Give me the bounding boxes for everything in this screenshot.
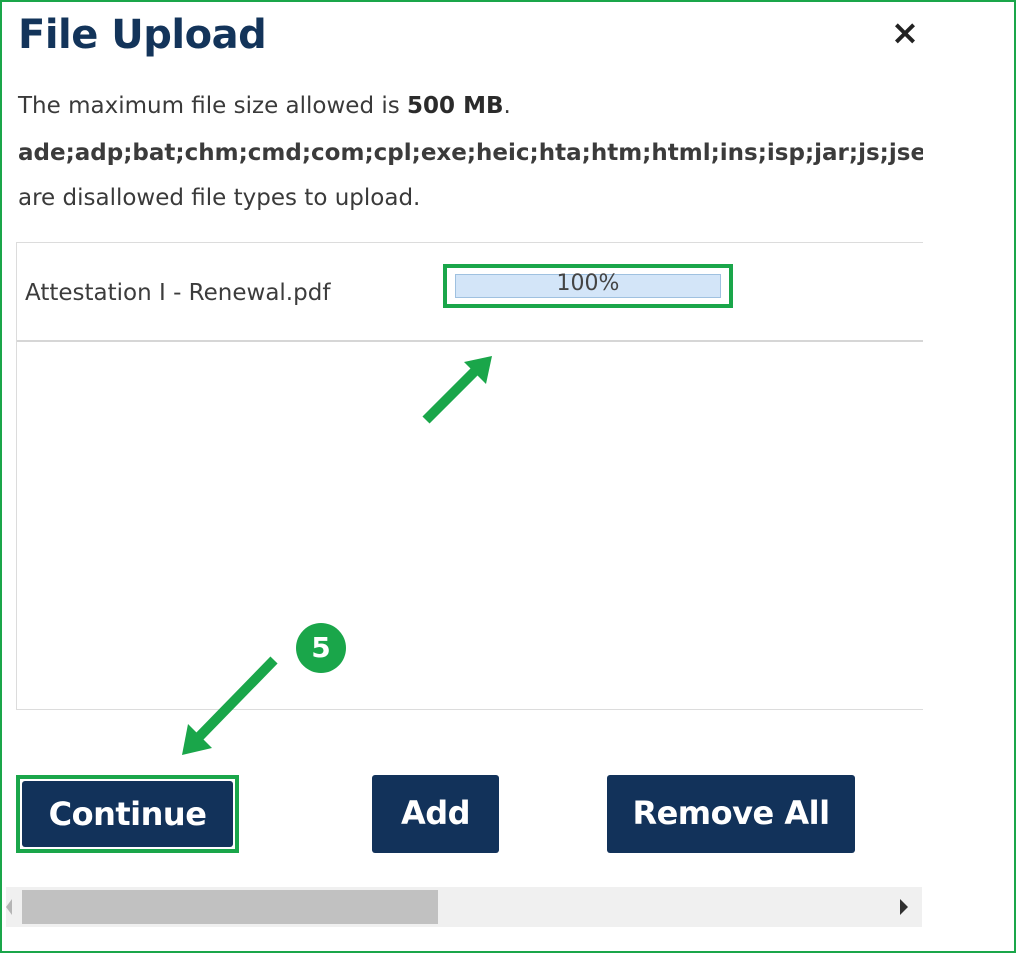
scroll-left-arrow-icon[interactable]	[6, 899, 12, 915]
scroll-right-arrow-icon[interactable]	[900, 899, 908, 915]
horizontal-scrollbar[interactable]	[6, 887, 922, 927]
progress-percent: 100%	[556, 271, 620, 296]
continue-button[interactable]: Continue	[22, 781, 233, 847]
progress-highlight-box: 100%	[443, 264, 733, 308]
scroll-thumb[interactable]	[22, 890, 438, 924]
add-button[interactable]: Add	[372, 775, 499, 853]
step-number-badge: 5	[296, 623, 346, 673]
max-size-value: 500 MB	[407, 93, 504, 119]
file-upload-dialog: File Upload × The maximum file size allo…	[0, 0, 1016, 953]
max-size-text: The maximum file size allowed is 500 MB.	[18, 93, 511, 119]
dialog-title: File Upload	[18, 12, 267, 58]
disallowed-types-note: are disallowed file types to upload.	[18, 185, 421, 211]
file-row: Attestation I - Renewal.pdf 100%	[17, 243, 923, 342]
remove-all-button[interactable]: Remove All	[607, 775, 855, 853]
disallowed-types-list: ade;adp;bat;chm;cmd;com;cpl;exe;heic;hta…	[18, 140, 923, 166]
file-list-panel: Attestation I - Renewal.pdf 100%	[16, 242, 923, 710]
upload-progress-bar: 100%	[455, 271, 721, 298]
max-size-suffix: .	[503, 93, 511, 119]
max-size-prefix: The maximum file size allowed is	[18, 93, 408, 119]
file-name: Attestation I - Renewal.pdf	[25, 280, 331, 306]
close-icon[interactable]: ×	[888, 16, 922, 50]
